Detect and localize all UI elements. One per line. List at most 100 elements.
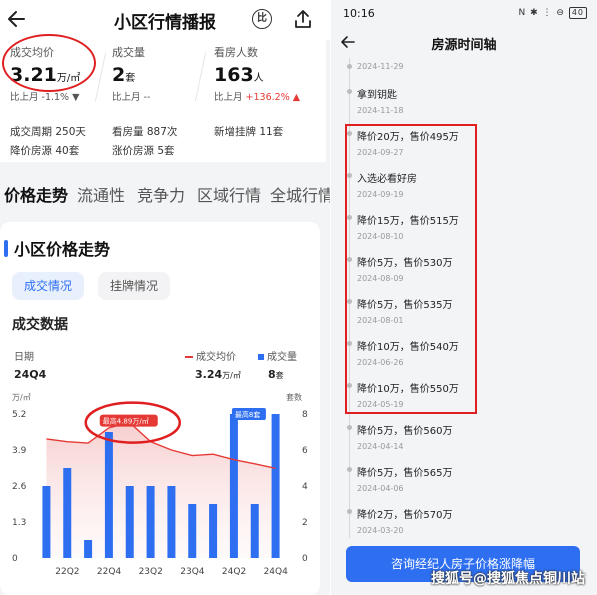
viewers-label: 看房人数 xyxy=(214,46,258,59)
left-axis-unit: 万/㎡ xyxy=(12,393,31,402)
deal-cycle: 成交周期 250天 xyxy=(10,126,86,138)
y-right-tick: 8 xyxy=(302,410,308,420)
volume-bar xyxy=(84,540,93,558)
timeline-date: 2024-04-06 xyxy=(357,484,404,493)
tab-liquidity[interactable]: 流通性 xyxy=(77,182,125,206)
max-count-label: 最高8套 xyxy=(235,410,260,419)
section-tabs: 价格走势 流通性 竞争力 区域行情 全城行情 xyxy=(0,182,330,212)
new-listings: 新增挂牌 11套 xyxy=(214,126,284,138)
trend-title: 小区价格走势 xyxy=(14,240,111,259)
timeline-event: 拿到钥匙 xyxy=(357,90,397,101)
price-up-listings: 涨价房源 5套 xyxy=(112,145,175,157)
timeline-event: 降价2万，售价570万 xyxy=(357,510,453,521)
y-right-tick: 0 xyxy=(302,554,308,564)
timeline-item: 降价2万，售价570万 2024-03-20 xyxy=(347,506,453,535)
timeline-dot xyxy=(347,509,352,514)
deals-value: 2套 xyxy=(112,64,136,86)
right-header: 房源时间轴 xyxy=(331,28,597,58)
tab-competitiveness[interactable]: 竞争力 xyxy=(137,182,185,206)
y-right-tick: 2 xyxy=(302,518,308,528)
status-time: 10:16 xyxy=(343,7,375,20)
timeline-item: 2024-11-29 xyxy=(347,62,404,71)
tab-area-market[interactable]: 区域行情 xyxy=(197,182,261,206)
y-left-tick: 1.3 xyxy=(12,518,26,528)
viewers-change: 比上月 +136.2% ▲ xyxy=(214,92,301,103)
volume-bar xyxy=(250,504,259,558)
volume-bar xyxy=(188,504,197,558)
viewers-value: 163人 xyxy=(214,64,264,86)
timeline-dot xyxy=(347,64,352,69)
divider xyxy=(194,52,207,102)
x-tick-label: 24Q4 xyxy=(264,567,289,577)
timeline-dot xyxy=(347,89,352,94)
deal-data-title: 成交数据 xyxy=(12,317,68,333)
timeline-title: 房源时间轴 xyxy=(431,38,497,53)
legend-date-value: 24Q4 xyxy=(14,368,47,381)
volume-bar xyxy=(229,414,238,558)
subtab-listings[interactable]: 挂牌情况 xyxy=(98,272,171,300)
y-right-tick: 6 xyxy=(302,446,308,456)
deals-stat: 成交量 2套 比上月 -- xyxy=(112,44,150,103)
timeline-item: 降价5万，售价560万 2024-04-14 xyxy=(347,422,453,451)
timeline-date: 2024-03-20 xyxy=(357,526,404,535)
line-swatch-icon xyxy=(185,356,193,358)
right-axis-unit: 套数 xyxy=(286,392,302,402)
watermark: 搜狐号@搜狐焦点铜川站 xyxy=(431,571,585,587)
volume-bar xyxy=(167,486,176,558)
x-tick-label: 22Q4 xyxy=(97,567,122,577)
volume-bar xyxy=(42,486,51,558)
x-tick-label: 24Q2 xyxy=(222,567,246,577)
volume-bar xyxy=(104,432,113,558)
volume-bar xyxy=(271,414,280,558)
compare-button[interactable]: 比 xyxy=(252,9,272,29)
legend-count: 成交量 xyxy=(258,348,297,363)
timeline-date: 2024-11-18 xyxy=(357,106,404,115)
battery-icon: 40 xyxy=(568,7,587,19)
volume-bar xyxy=(209,504,218,558)
x-tick-label: 23Q4 xyxy=(180,567,205,577)
highlight-box xyxy=(345,124,477,414)
community-report-panel: 小区行情播报 比 成交均价 3.21万/㎡ 比上月 -1.1% ▼ 成交量 2套… xyxy=(0,0,330,595)
volume-bar xyxy=(125,486,134,558)
max-price-label: 最高4.89万/㎡ xyxy=(103,417,149,426)
listing-timeline-panel: 10:16 N ✱ ⋮ ⊖ 40 房源时间轴 2024-11-29 拿到钥匙 202… xyxy=(331,0,597,595)
page-title: 小区行情播报 xyxy=(114,13,216,33)
y-right-tick: 4 xyxy=(302,482,308,492)
timeline-date: 2024-04-14 xyxy=(357,442,404,451)
timeline-dot xyxy=(347,425,352,430)
y-left-tick: 0 xyxy=(12,554,18,564)
deals-change: 比上月 -- xyxy=(112,92,151,103)
timeline-item: 拿到钥匙 2024-11-18 xyxy=(347,86,404,115)
tab-price-trend[interactable]: 价格走势 xyxy=(4,182,68,206)
legend-price: 成交均价 xyxy=(185,348,236,363)
bar-swatch-icon xyxy=(258,354,264,360)
legend-date-label: 日期 xyxy=(14,352,34,363)
status-icons: N ✱ ⋮ ⊖ 40 xyxy=(519,7,587,19)
price-cut-listings: 降价房源 40套 xyxy=(10,145,80,157)
subtab-deals[interactable]: 成交情况 xyxy=(12,272,85,300)
timeline-dot xyxy=(347,467,352,472)
price-volume-chart: 万/㎡ 套数 5.2 3.9 2.6 1.3 0 8 6 4 2 0 22Q2 22Q4 23Q2 23Q4 2… xyxy=(12,392,308,577)
viewers-stat: 看房人数 163人 比上月 +136.2% ▲ xyxy=(214,44,300,103)
volume-bar xyxy=(63,468,72,558)
divider xyxy=(94,52,107,102)
share-icon[interactable] xyxy=(292,8,314,30)
y-left-tick: 5.2 xyxy=(12,410,26,420)
highlight-circle xyxy=(2,34,96,92)
volume-bar xyxy=(146,486,155,558)
legend-price-value: 3.24万/㎡ xyxy=(195,368,241,381)
timeline-date: 2024-11-29 xyxy=(357,62,404,71)
legend-count-value: 8套 xyxy=(268,368,284,381)
status-bar: 10:16 N ✱ ⋮ ⊖ 40 xyxy=(331,0,597,28)
title-accent-bar xyxy=(4,240,8,257)
y-left-tick: 3.9 xyxy=(12,446,27,456)
deals-label: 成交量 xyxy=(112,46,145,59)
view-count: 看房量 887次 xyxy=(112,126,178,138)
timeline-event: 降价5万，售价565万 xyxy=(357,468,453,479)
timeline-item: 降价5万，售价565万 2024-04-06 xyxy=(347,464,453,493)
x-tick-label: 22Q2 xyxy=(55,567,79,577)
timeline-event: 降价5万，售价560万 xyxy=(357,426,453,437)
y-left-tick: 2.6 xyxy=(12,482,27,492)
x-tick-label: 23Q2 xyxy=(139,567,163,577)
tab-city-market[interactable]: 全城行情 xyxy=(270,182,330,206)
